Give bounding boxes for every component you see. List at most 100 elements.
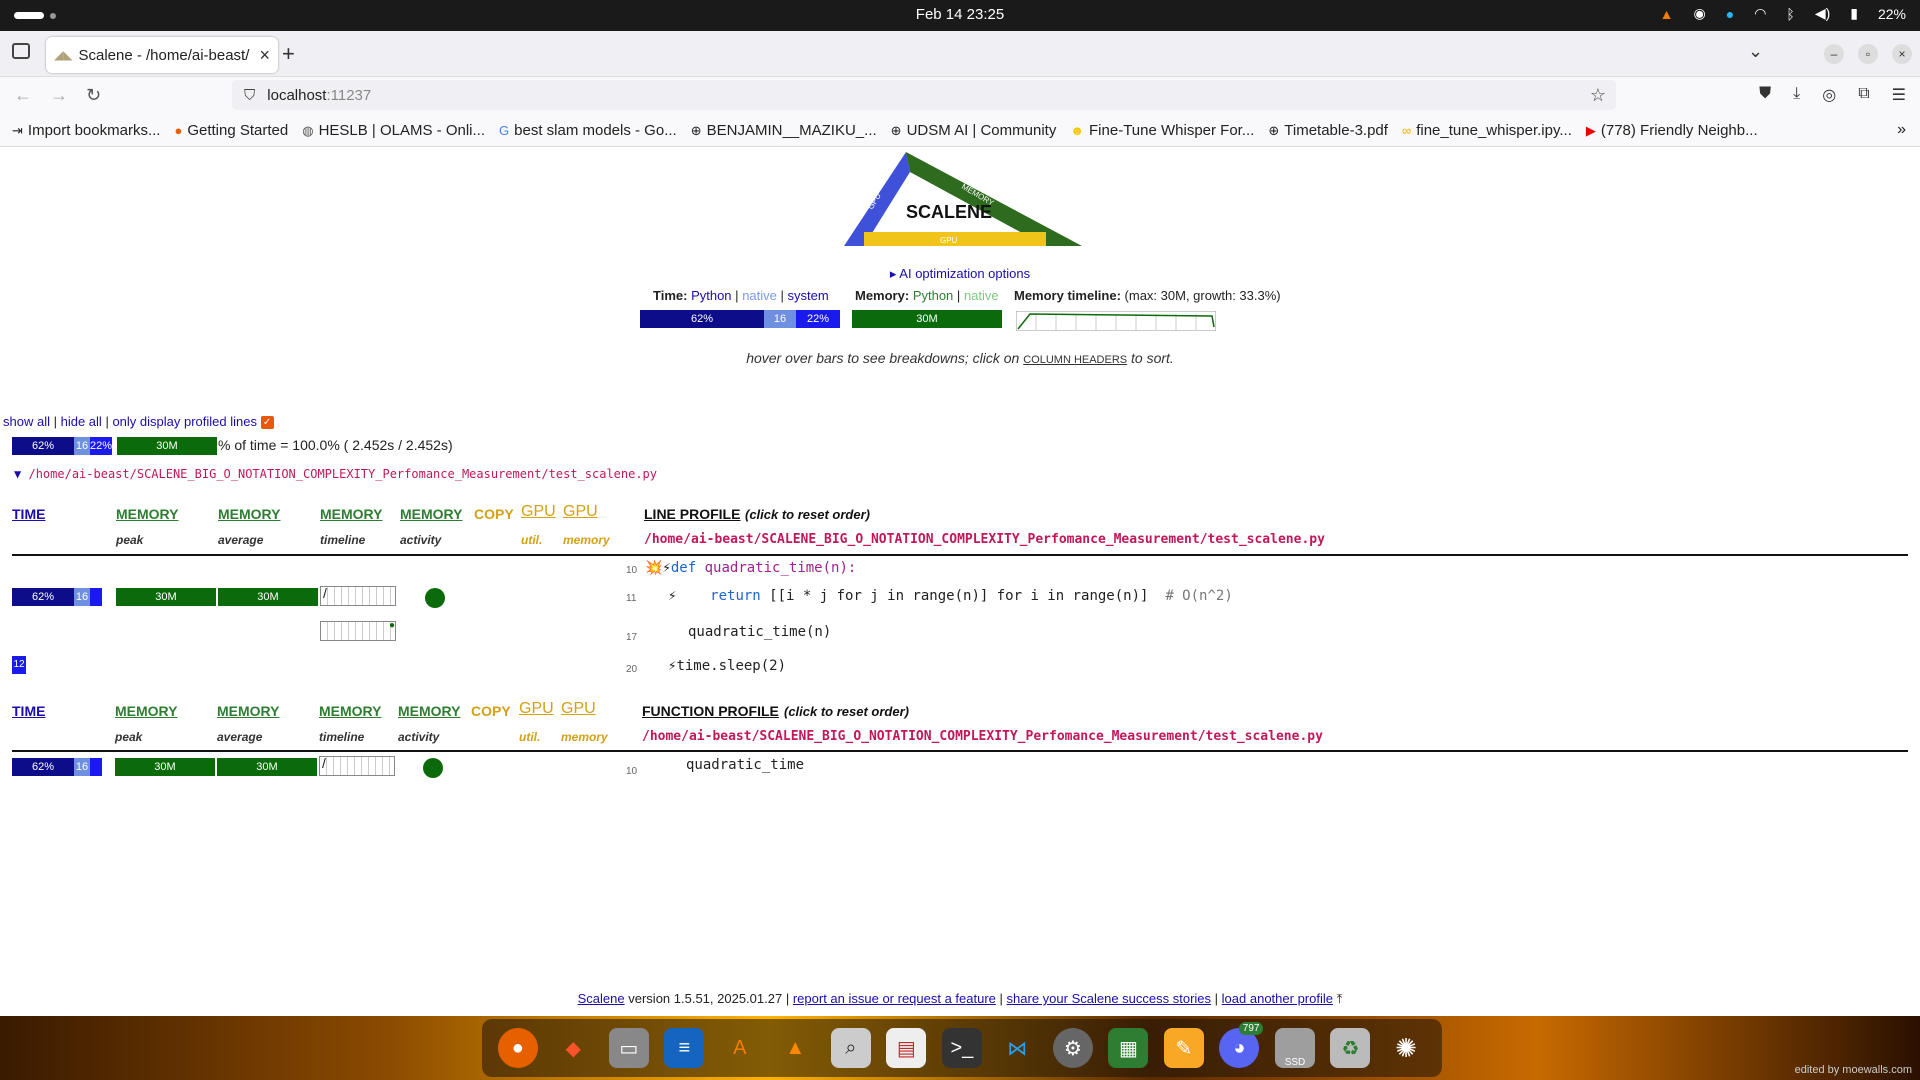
code-line[interactable]: ⚡ return [[i * j for j in range(n)] for … bbox=[668, 588, 1233, 604]
fn-time-python[interactable]: 62% bbox=[12, 758, 74, 776]
new-tab-icon[interactable]: + bbox=[282, 41, 295, 67]
header-time[interactable]: TIME bbox=[12, 506, 45, 522]
summary-memory-bar[interactable]: 30M bbox=[852, 310, 1002, 328]
restore-icon[interactable]: ▫ bbox=[1858, 44, 1878, 64]
header-gpu-util[interactable]: GPU bbox=[521, 503, 556, 521]
memory-python-segment[interactable]: 30M bbox=[852, 310, 1002, 328]
fn-memory-timeline[interactable]: / bbox=[319, 755, 395, 776]
summary-time-bar[interactable]: 62% 16 22% bbox=[640, 310, 840, 328]
battery-icon[interactable]: ▮ bbox=[1850, 5, 1858, 22]
pocket-icon[interactable]: ⛊ bbox=[1759, 85, 1771, 105]
extensions-icon[interactable]: ⧉ bbox=[1858, 85, 1869, 105]
line-memory-timeline[interactable]: / bbox=[320, 585, 396, 606]
time-python-segment[interactable]: 62% bbox=[640, 310, 764, 328]
trash-icon[interactable]: ♻ bbox=[1330, 1028, 1371, 1068]
wifi-icon[interactable]: ◠ bbox=[1754, 5, 1766, 22]
function-name[interactable]: quadratic_time bbox=[686, 757, 804, 773]
tab-overflow-chevron-icon[interactable]: ⌄ bbox=[1748, 41, 1763, 62]
line-mem-avg[interactable]: 30M bbox=[218, 588, 318, 606]
bookmark-item[interactable]: ⊕ BENJAMIN__MAZIKU_... bbox=[691, 122, 877, 139]
account-icon[interactable]: ◎ bbox=[1822, 85, 1836, 105]
collapse-icon[interactable]: ▼ bbox=[14, 467, 21, 481]
only-profiled-link[interactable]: only display profiled lines bbox=[112, 414, 257, 429]
bookmark-item[interactable]: ▶ (778) Friendly Neighb... bbox=[1586, 122, 1758, 139]
settings-icon[interactable]: ⚙ bbox=[1052, 1028, 1093, 1068]
ubuntu-icon[interactable]: ✺ bbox=[1386, 1028, 1426, 1068]
fn-mem-peak-bar[interactable]: 30M bbox=[115, 758, 215, 776]
tab-scalene[interactable]: ◢◣ Scalene - /home/ai-beast/ × bbox=[46, 37, 278, 73]
code-line[interactable]: ⚡time.sleep(2) bbox=[668, 658, 786, 674]
header-memory-peak[interactable]: MEMORY bbox=[116, 506, 178, 522]
line-time-system[interactable]: 12 bbox=[12, 656, 26, 674]
fn-mem-avg-bar[interactable]: 30M bbox=[217, 758, 317, 776]
list-all-tabs-icon[interactable] bbox=[12, 43, 30, 59]
bookmark-item[interactable]: ● Getting Started bbox=[174, 122, 288, 139]
line-time-system-bar[interactable]: 12 bbox=[12, 656, 26, 674]
discord-icon[interactable]: ◕ 797 bbox=[1219, 1022, 1264, 1068]
fn-header-gpu-memory[interactable]: GPU bbox=[561, 700, 596, 718]
only-profiled-checkbox[interactable]: ✓ bbox=[260, 416, 274, 430]
minimize-icon[interactable]: – bbox=[1824, 44, 1844, 64]
code-line[interactable]: quadratic_time(n) bbox=[688, 624, 831, 640]
file-time-native[interactable]: 16 bbox=[74, 437, 90, 455]
vlc-tray-icon[interactable]: ▲ bbox=[1660, 6, 1674, 22]
header-memory-average[interactable]: MEMORY bbox=[218, 506, 280, 522]
line-time-python[interactable]: 62% bbox=[12, 588, 74, 606]
line-time-system[interactable] bbox=[90, 588, 102, 606]
line-mem-avg-bar[interactable]: 30M bbox=[218, 588, 318, 606]
bookmark-item[interactable]: ⇥ Import bookmarks... bbox=[12, 122, 160, 139]
terminal-icon[interactable]: >_ bbox=[941, 1028, 982, 1068]
show-all-link[interactable]: show all bbox=[3, 414, 50, 429]
line-time-native[interactable]: 16 bbox=[74, 588, 90, 606]
text-editor-icon[interactable]: ✎ bbox=[1163, 1028, 1204, 1068]
line-memory-timeline[interactable]: ● bbox=[320, 620, 396, 641]
fn-reset-order-hint[interactable]: (click to reset order) bbox=[784, 704, 909, 719]
forward-icon[interactable]: → bbox=[50, 85, 68, 106]
header-memory-activity[interactable]: MEMORY bbox=[400, 506, 462, 522]
file-time-bar[interactable]: 62% 16 22% bbox=[12, 437, 112, 455]
file-time-python[interactable]: 62% bbox=[12, 437, 74, 455]
system-clock[interactable]: Feb 14 23:25 bbox=[0, 6, 1920, 23]
hide-all-link[interactable]: hide all bbox=[61, 414, 102, 429]
fn-header-memory-activity[interactable]: MEMORY bbox=[398, 703, 460, 719]
memory-activity-dot[interactable] bbox=[425, 588, 445, 608]
code-line[interactable]: 💥⚡def quadratic_time(n): bbox=[645, 560, 856, 576]
ai-optimization-options[interactable]: ▸ AI optimization options bbox=[0, 266, 1920, 282]
fn-header-memory-timeline[interactable]: MEMORY bbox=[319, 703, 381, 719]
file-memory-segment[interactable]: 30M bbox=[117, 437, 217, 455]
reload-icon[interactable]: ↻ bbox=[86, 85, 101, 106]
shield-icon[interactable]: ⛉ bbox=[244, 87, 255, 104]
load-profile-link[interactable]: load another profile bbox=[1222, 991, 1333, 1006]
bookmarks-overflow-icon[interactable]: » bbox=[1897, 121, 1906, 139]
fn-mem-avg[interactable]: 30M bbox=[217, 758, 317, 776]
fn-header-memory-peak[interactable]: MEMORY bbox=[115, 703, 177, 719]
time-system-segment[interactable]: 22% bbox=[796, 310, 840, 328]
share-stories-link[interactable]: share your Scalene success stories bbox=[1007, 991, 1211, 1006]
scalene-link[interactable]: Scalene bbox=[578, 991, 625, 1006]
report-issue-link[interactable]: report an issue or request a feature bbox=[793, 991, 996, 1006]
time-native-segment[interactable]: 16 bbox=[764, 310, 796, 328]
fn-header-copy[interactable]: COPY bbox=[471, 703, 511, 719]
appcenter-icon[interactable]: A bbox=[720, 1028, 760, 1068]
ssd-icon[interactable]: SSD bbox=[1274, 1028, 1315, 1068]
bookmark-item[interactable]: ☻ Fine-Tune Whisper For... bbox=[1070, 122, 1254, 139]
brave-icon[interactable]: ◆ bbox=[553, 1028, 593, 1068]
bookmark-star-icon[interactable]: ☆ bbox=[1590, 85, 1606, 106]
header-function-profile[interactable]: FUNCTION PROFILE bbox=[642, 703, 779, 719]
discord-tray-icon[interactable]: ◉ bbox=[1694, 5, 1706, 22]
reset-order-hint[interactable]: (click to reset order) bbox=[745, 507, 870, 522]
bookmark-item[interactable]: ∞ fine_tune_whisper.ipy... bbox=[1402, 122, 1572, 139]
search-icon[interactable]: ⌕ bbox=[830, 1028, 871, 1068]
header-line-profile[interactable]: LINE PROFILE bbox=[644, 506, 740, 522]
line-mem-peak[interactable]: 30M bbox=[116, 588, 216, 606]
header-copy[interactable]: COPY bbox=[474, 506, 514, 522]
writer-icon[interactable]: ≡ bbox=[664, 1028, 705, 1068]
downloads-icon[interactable]: ⤓ bbox=[1793, 85, 1800, 105]
vscode-icon[interactable]: ⋈ bbox=[997, 1028, 1037, 1068]
bluetooth-icon[interactable]: ᛒ bbox=[1786, 6, 1794, 22]
fn-memory-activity-dot[interactable] bbox=[423, 758, 443, 778]
bookmark-item[interactable]: Gbest slam models - Go... bbox=[499, 122, 677, 139]
close-window-icon[interactable]: × bbox=[1892, 44, 1912, 64]
fn-header-time[interactable]: TIME bbox=[12, 703, 45, 719]
fn-header-memory-average[interactable]: MEMORY bbox=[217, 703, 279, 719]
